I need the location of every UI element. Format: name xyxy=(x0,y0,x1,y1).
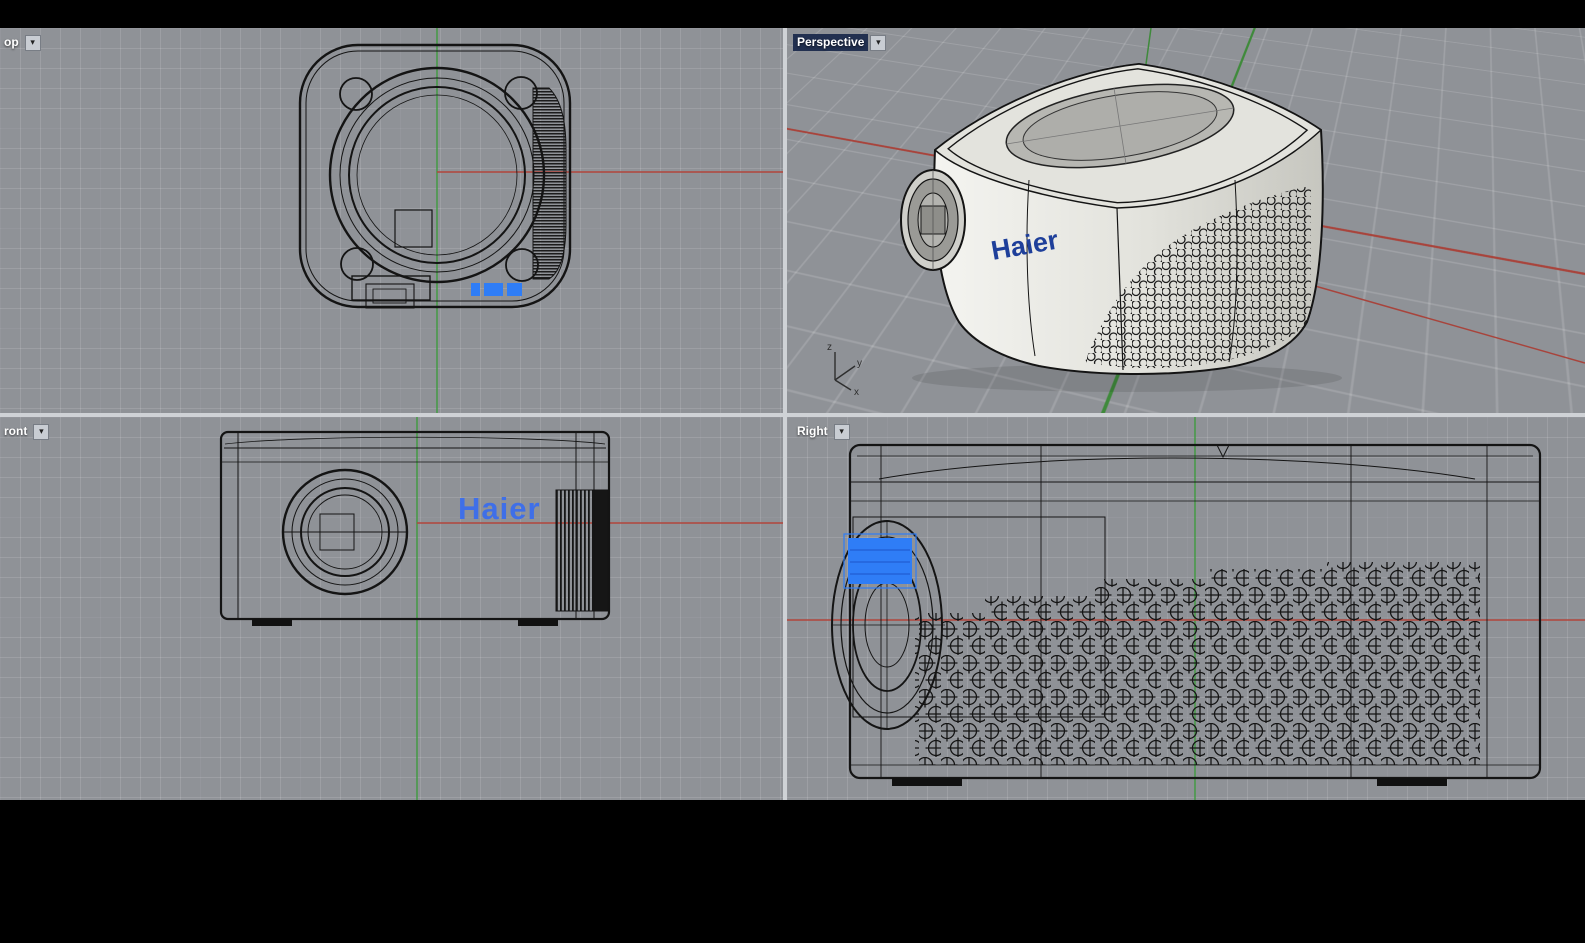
lens-3d[interactable] xyxy=(901,170,965,270)
top-view-canvas[interactable] xyxy=(0,28,783,413)
selected-objects-top[interactable] xyxy=(471,283,522,296)
top-bar xyxy=(0,0,1585,28)
foot-left xyxy=(252,619,292,626)
brand-logo-front[interactable]: Haier xyxy=(458,491,541,526)
construction-axes-top xyxy=(437,28,783,413)
viewport-front-title[interactable]: ront ▾ xyxy=(0,423,49,440)
chevron-down-icon[interactable]: ▾ xyxy=(33,424,49,440)
viewport-perspective[interactable]: Haier z y x Perspective ▾ xyxy=(787,28,1585,413)
device-front-view[interactable] xyxy=(221,432,609,626)
viewport-top[interactable]: op ▾ xyxy=(0,28,783,413)
viewport-right-title[interactable]: Right ▾ xyxy=(793,423,850,440)
gizmo-z-label: z xyxy=(827,342,832,353)
viewport-front-label[interactable]: ront xyxy=(0,423,31,440)
viewport-divider-horizontal[interactable] xyxy=(0,413,1585,417)
viewport-right-label[interactable]: Right xyxy=(793,423,832,440)
chevron-down-icon[interactable]: ▾ xyxy=(25,35,41,51)
gizmo-x-label: x xyxy=(854,387,859,396)
lens-front[interactable] xyxy=(283,470,407,594)
device-right-view[interactable] xyxy=(832,445,1540,786)
perforation-grille-right[interactable] xyxy=(915,562,1480,765)
cplane-axis-gizmo: z y x xyxy=(809,336,869,396)
device-top-view[interactable] xyxy=(300,45,570,308)
foot-left xyxy=(892,778,962,786)
viewport-right[interactable]: Right ▾ xyxy=(787,417,1585,800)
perspective-canvas[interactable]: Haier xyxy=(787,28,1585,413)
viewport-perspective-title[interactable]: Perspective ▾ xyxy=(793,34,886,51)
right-view-canvas[interactable] xyxy=(787,417,1585,800)
cad-application-window: op ▾ xyxy=(0,0,1585,943)
chevron-down-icon[interactable]: ▾ xyxy=(870,35,886,51)
viewport-front[interactable]: ront ▾ xyxy=(0,417,783,800)
front-view-canvas[interactable]: Haier xyxy=(0,417,783,800)
device-3d-model[interactable]: Haier xyxy=(901,64,1323,374)
vent-grille-front[interactable] xyxy=(556,490,594,611)
viewport-top-label[interactable]: op xyxy=(0,34,23,51)
gizmo-y-label: y xyxy=(857,358,862,369)
selected-object-right[interactable] xyxy=(844,534,916,588)
chevron-down-icon[interactable]: ▾ xyxy=(834,424,850,440)
bottom-panel xyxy=(0,800,1585,943)
viewport-top-title[interactable]: op ▾ xyxy=(0,34,41,51)
foot-right xyxy=(1377,778,1447,786)
foot-right xyxy=(518,619,558,626)
vent-hatch-top[interactable] xyxy=(533,88,566,279)
viewport-perspective-label[interactable]: Perspective xyxy=(793,34,868,51)
